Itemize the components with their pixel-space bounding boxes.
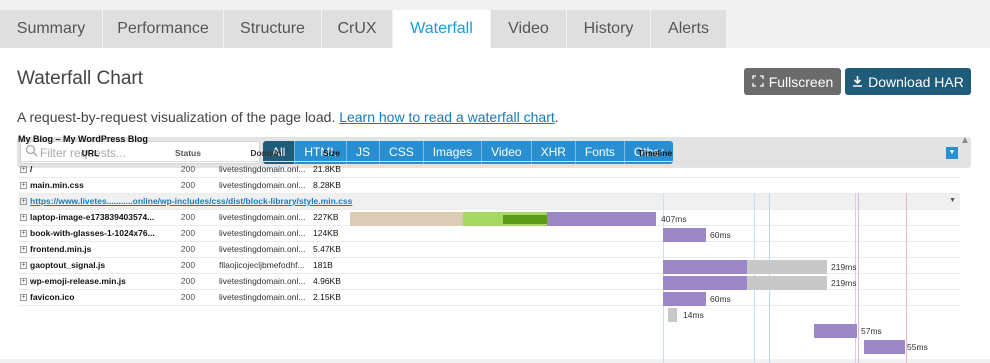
- tab-crux[interactable]: CrUX: [322, 10, 393, 48]
- expand-icon: [752, 74, 764, 90]
- row-domain: livetestingdomain.onl...: [213, 225, 313, 242]
- table-row[interactable]: + book-with-glasses-1-1024x76... 200 live…: [18, 225, 960, 242]
- row-domain: livetestingdomain.onl...: [213, 177, 313, 194]
- table-row[interactable]: + gaoptout_signal.js 200 fllaojicojecljbm…: [18, 257, 960, 274]
- row-url: gaoptout_signal.js: [30, 260, 106, 270]
- tab-history[interactable]: History: [567, 10, 651, 48]
- row-domain: livetestingdomain.onl...: [213, 161, 313, 178]
- scroll-up-icon[interactable]: ▲: [960, 135, 970, 146]
- row-domain: livetestingdomain.onl...: [213, 273, 313, 290]
- timeline-dropdown-icon[interactable]: ▼: [946, 147, 958, 159]
- row-url: main.min.css: [30, 180, 84, 190]
- row-status: 200: [163, 289, 213, 306]
- header-timeline: Timeline ▼: [350, 146, 960, 162]
- description-text: A request-by-request visualization of th…: [17, 109, 340, 125]
- row-size: 4.96KB: [313, 273, 350, 290]
- table-row[interactable]: +/ 200 livetestingdomain.onl... 21.8KB: [18, 161, 960, 178]
- tab-performance[interactable]: Performance: [103, 10, 224, 48]
- tab-bar: Summary Performance Structure CrUX Water…: [0, 10, 990, 48]
- table-row[interactable]: + favicon.ico 200 livetestingdomain.onl..…: [18, 289, 960, 306]
- row-timeline: [350, 273, 960, 290]
- row-domain: livetestingdomain.onl...: [213, 241, 313, 258]
- row-status: 200: [163, 257, 213, 274]
- row-status: 200: [163, 177, 213, 194]
- row-size: 5.47KB: [313, 241, 350, 258]
- row-full-url-link[interactable]: https://www.livetes...........online/wp-…: [30, 196, 352, 206]
- row-timeline: [350, 209, 960, 226]
- row-timeline: [350, 161, 960, 178]
- row-timeline: [350, 257, 960, 274]
- row-timeline: [350, 225, 960, 242]
- fullscreen-button[interactable]: Fullscreen: [744, 68, 841, 95]
- header-status[interactable]: Status: [163, 146, 213, 162]
- header-size[interactable]: Size: [313, 146, 350, 162]
- table-row[interactable]: + main.min.css 200 livetestingdomain.onl.…: [18, 177, 960, 194]
- row-url: laptop-image-e173839403574...: [30, 212, 155, 222]
- expand-row-icon[interactable]: +: [20, 166, 27, 174]
- row-timeline: [350, 177, 960, 194]
- expand-row-icon[interactable]: +: [20, 230, 27, 238]
- row-url: favicon.ico: [30, 292, 75, 302]
- row-status: 200: [163, 209, 213, 226]
- row-timeline: [350, 241, 960, 258]
- table-row[interactable]: + frontend.min.js 200 livetestingdomain.o…: [18, 241, 960, 258]
- row-domain: fllaojicojecljbmefodhf...: [213, 257, 313, 274]
- row-size: 8.28KB: [313, 177, 350, 194]
- expand-row-icon[interactable]: +: [20, 214, 27, 222]
- header-domain[interactable]: Domain: [213, 146, 313, 162]
- fullscreen-label: Fullscreen: [768, 73, 834, 90]
- expand-row-icon[interactable]: +: [20, 246, 27, 254]
- table-row[interactable]: + wp-emoji-release.min.js 200 livetesting…: [18, 273, 960, 290]
- row-status: 200: [163, 161, 213, 178]
- tab-structure[interactable]: Structure: [224, 10, 322, 48]
- tab-waterfall[interactable]: Waterfall: [393, 10, 491, 48]
- row-status: 200: [163, 225, 213, 242]
- learn-waterfall-link[interactable]: Learn how to read a waterfall chart: [339, 109, 555, 125]
- table-header: URL Status Domain Size Timeline ▼: [18, 146, 960, 162]
- row-domain: livetestingdomain.onl...: [213, 209, 313, 226]
- expand-row-icon[interactable]: +: [20, 198, 27, 206]
- row-status: 200: [163, 273, 213, 290]
- row-size: 227KB: [313, 209, 350, 226]
- description-end: .: [554, 109, 559, 125]
- row-size: 181B: [313, 257, 350, 274]
- download-har-label: Download HAR: [868, 73, 964, 90]
- row-size: 21.8KB: [313, 161, 350, 178]
- row-url: frontend.min.js: [30, 244, 92, 254]
- expand-row-icon[interactable]: +: [20, 278, 27, 286]
- tab-alerts[interactable]: Alerts: [651, 10, 727, 48]
- row-dropdown-icon[interactable]: ▼: [949, 197, 956, 204]
- expand-row-icon[interactable]: +: [20, 182, 27, 190]
- waterfall-table: URL Status Domain Size Timeline ▼ +/ 200…: [18, 146, 960, 306]
- description: A request-by-request visualization of th…: [17, 109, 559, 125]
- row-domain: livetestingdomain.onl...: [213, 289, 313, 306]
- page-group-title: My Blog – My WordPress Blog: [18, 134, 148, 144]
- table-row-expanded[interactable]: + https://www.livetes...........online/wp…: [18, 193, 960, 210]
- row-status: 200: [163, 241, 213, 258]
- download-har-button[interactable]: Download HAR: [845, 68, 971, 95]
- header-url[interactable]: URL: [18, 146, 163, 162]
- row-timeline: [350, 289, 960, 306]
- row-size: 124KB: [313, 225, 350, 242]
- tab-video[interactable]: Video: [491, 10, 567, 48]
- row-url: book-with-glasses-1-1024x76...: [30, 228, 155, 238]
- download-icon: [852, 74, 863, 90]
- row-size: 2.15KB: [313, 289, 350, 306]
- timeline-label: Timeline: [637, 148, 673, 159]
- row-url: /: [30, 164, 33, 174]
- expand-row-icon[interactable]: +: [20, 294, 27, 302]
- expand-row-icon[interactable]: +: [20, 262, 27, 270]
- page-title: Waterfall Chart: [17, 68, 143, 89]
- table-row[interactable]: + laptop-image-e173839403574... 200 livet…: [18, 209, 960, 226]
- row-url: wp-emoji-release.min.js: [30, 276, 126, 286]
- tab-summary[interactable]: Summary: [0, 10, 103, 48]
